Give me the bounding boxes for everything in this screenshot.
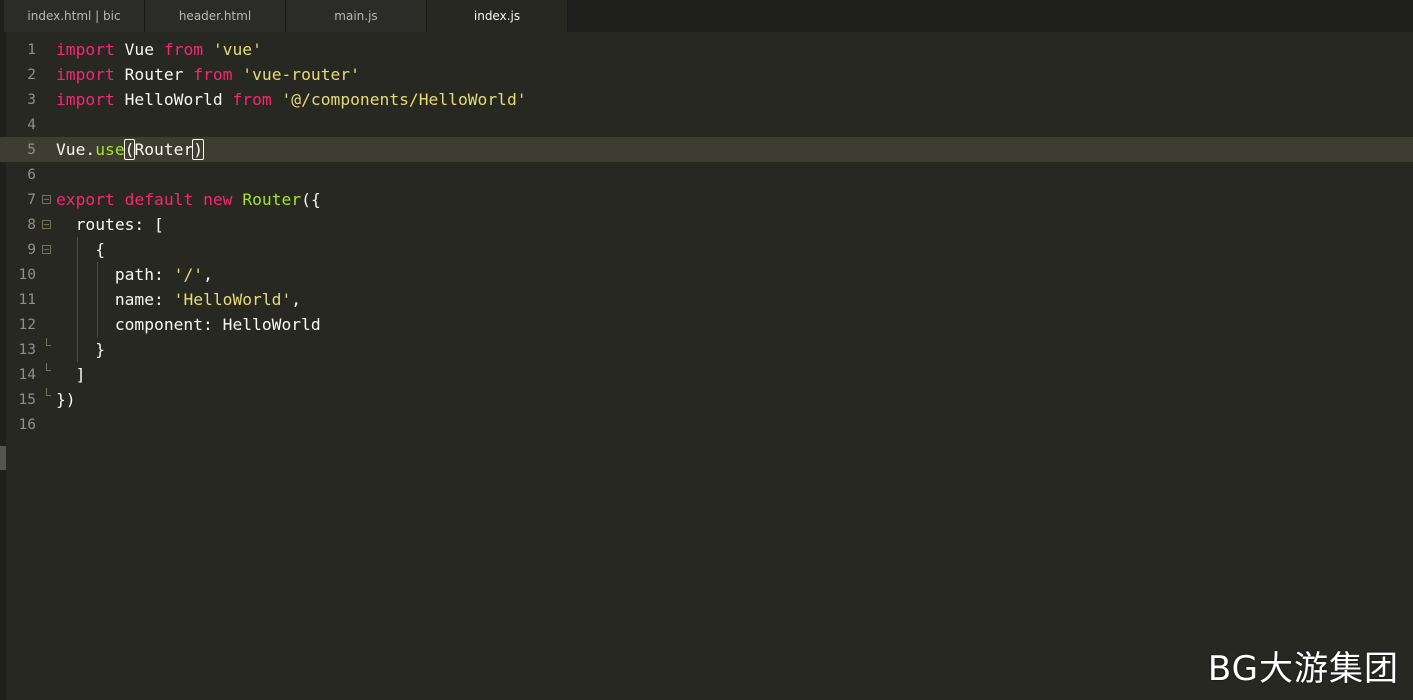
string-literal: '@/components/HelloWorld' [281,90,527,109]
code-editor[interactable]: 1 import Vue from 'vue' 2 import Router … [0,32,1413,700]
string-literal: 'vue-router' [242,65,360,84]
code-text: import Vue from 'vue' [56,37,262,62]
code-line-11[interactable]: 11 name: 'HelloWorld', [0,287,1413,312]
code-text: Vue.use(Router) [56,137,205,162]
scroll-indicator[interactable] [0,446,6,470]
tab-main-js[interactable]: main.js [286,0,427,32]
code-token: Vue [114,40,164,59]
code-token: , [203,265,213,284]
code-token: Router [114,65,194,84]
code-token: , [291,290,302,309]
code-text: } [56,340,106,359]
function-name: use [95,140,125,159]
function-name: Router [242,190,302,209]
code-token: ({ [301,190,321,209]
code-token: Router [134,140,194,159]
keyword: import [56,40,115,59]
fold-minus-icon[interactable] [42,194,51,204]
code-text: ] [56,365,86,384]
fold-end-marker [46,337,51,346]
code-text: component: HelloWorld [56,315,321,334]
code-line-7[interactable]: 7 export default new Router({ [0,187,1413,212]
line-number: 4 [27,116,36,133]
string-literal: 'vue' [212,40,262,59]
line-number: 10 [18,266,36,283]
fold-end-marker [46,362,51,371]
string-literal: '/' [173,265,204,284]
line-number: 8 [27,216,36,233]
code-line-3[interactable]: 3 import HelloWorld from '@/components/H… [0,87,1413,112]
matching-paren: ) [192,139,205,160]
line-number: 13 [18,341,36,358]
keyword: from [163,40,204,59]
line-number: 15 [18,391,36,408]
code-text: export default new Router({ [56,187,321,212]
code-line-8[interactable]: 8 routes: [ [0,212,1413,237]
code-token: HelloWorld [114,90,233,109]
string-literal: 'HelloWorld' [173,290,292,309]
keyword: new [203,190,233,209]
code-line-15[interactable]: 15 }) [0,387,1413,412]
line-number: 2 [27,66,36,83]
code-line-13[interactable]: 13 } [0,337,1413,362]
fold-minus-icon[interactable] [42,219,51,229]
code-text: import HelloWorld from '@/components/Hel… [56,87,527,112]
code-text: { [56,240,106,259]
tab-index-js[interactable]: index.js [427,0,568,32]
code-line-1[interactable]: 1 import Vue from 'vue' [0,37,1413,62]
code-lines: 1 import Vue from 'vue' 2 import Router … [0,37,1413,437]
code-line-6[interactable]: 6 [0,162,1413,187]
fold-end-marker [46,387,51,396]
line-number: 12 [18,316,36,333]
code-token: Vue. [56,140,96,159]
code-text: }) [56,390,76,409]
keyword: from [193,65,233,84]
code-line-12[interactable]: 12 component: HelloWorld [0,312,1413,337]
code-token: path: [56,265,174,284]
line-number: 5 [27,141,36,158]
line-number: 14 [18,366,36,383]
code-text: import Router from 'vue-router' [56,62,360,87]
fold-minus-icon[interactable] [42,244,51,254]
watermark: BG大游集团 [1207,649,1399,689]
code-text: name: 'HelloWorld', [56,287,301,312]
keyword: from [232,90,272,109]
code-text: path: '/', [56,262,213,287]
code-line-5-current[interactable]: 5 Vue.use(Router) [0,137,1413,162]
keyword: import [56,90,115,109]
tab-index-html[interactable]: index.html | bic [4,0,145,32]
line-number: 3 [27,91,36,108]
line-number: 16 [18,416,36,433]
line-number: 7 [27,191,36,208]
keyword: export [56,190,115,209]
code-line-2[interactable]: 2 import Router from 'vue-router' [0,62,1413,87]
code-line-16[interactable]: 16 [0,412,1413,437]
code-line-10[interactable]: 10 path: '/', [0,262,1413,287]
tab-bar: index.html | bic header.html main.js ind… [0,0,1413,32]
line-number: 9 [27,241,36,258]
line-number: 6 [27,166,36,183]
code-line-14[interactable]: 14 ] [0,362,1413,387]
tab-header-html[interactable]: header.html [145,0,286,32]
keyword: default [124,190,194,209]
line-number: 1 [27,41,36,58]
code-text: routes: [ [56,215,164,234]
code-token: name: [56,290,174,309]
code-line-4[interactable]: 4 [0,112,1413,137]
line-number: 11 [18,291,36,308]
keyword: import [56,65,115,84]
code-line-9[interactable]: 9 { [0,237,1413,262]
